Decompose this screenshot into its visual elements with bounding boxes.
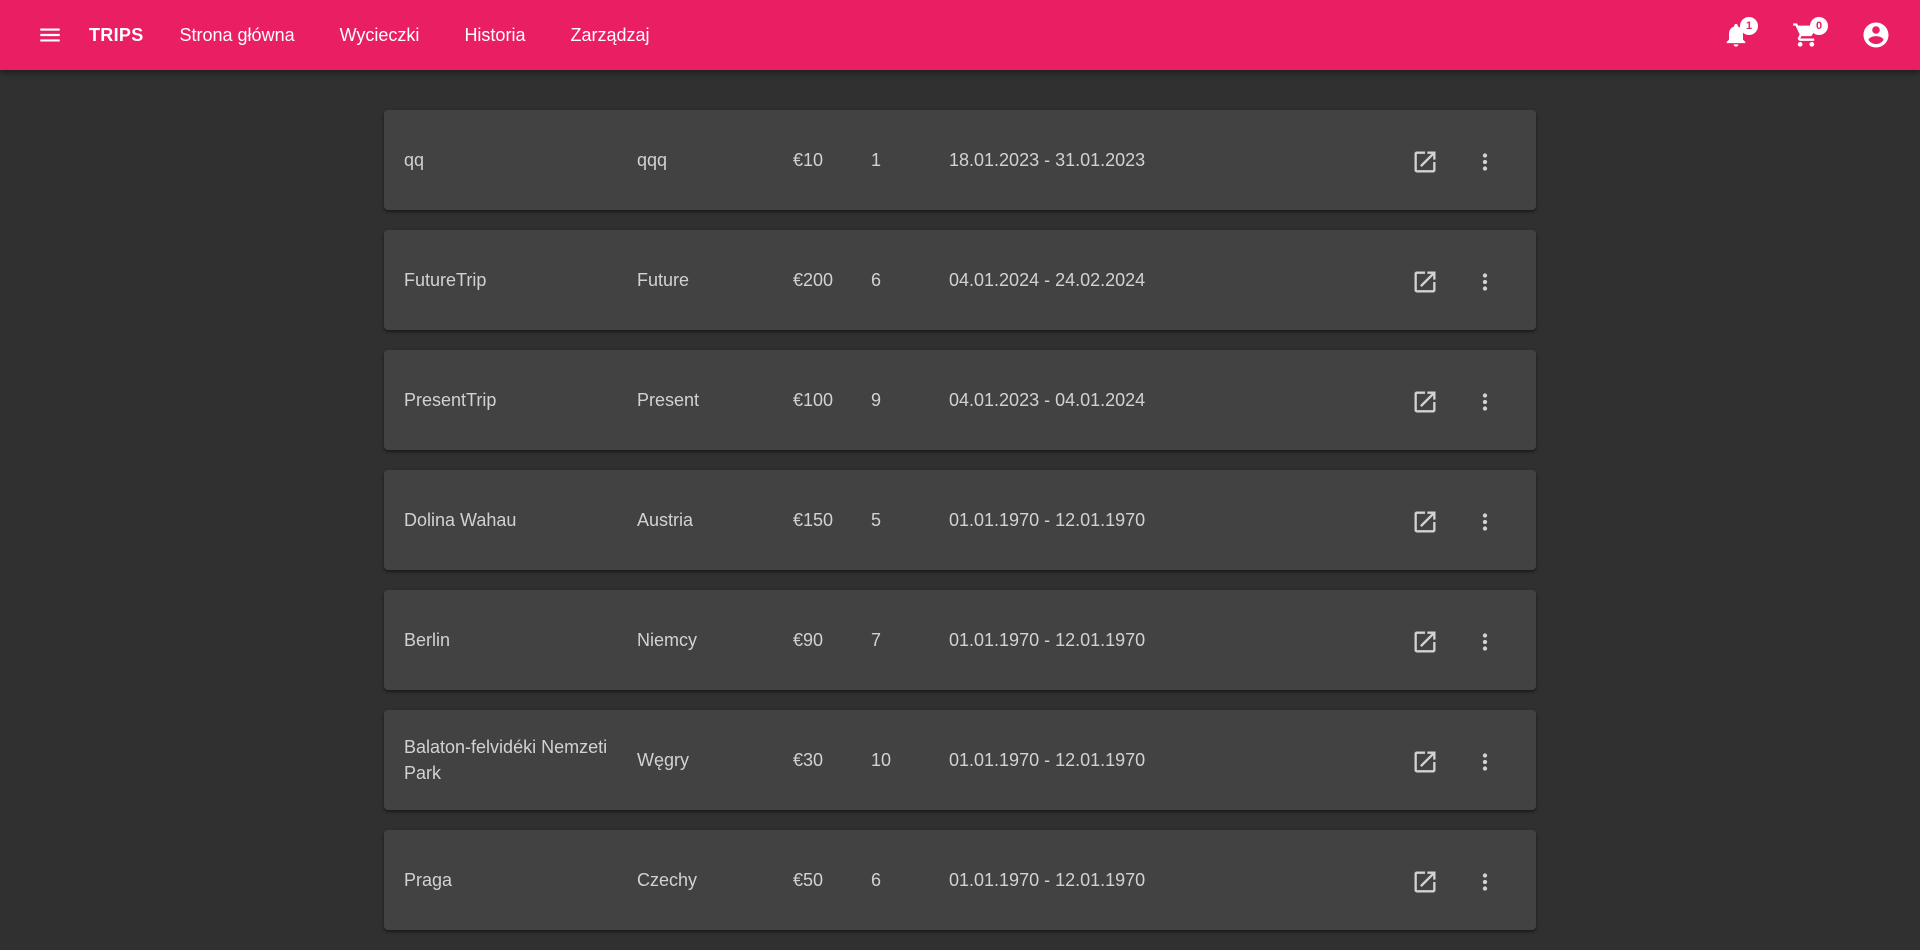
open-in-new-icon[interactable] — [1405, 502, 1445, 542]
trip-country: Future — [637, 270, 690, 290]
main-nav: Strona główna Wycieczki Historia Zarządz… — [180, 25, 695, 46]
trip-list: qq qqq €10 1 18.01.2023 - 31.01.2023 Fut… — [384, 110, 1536, 950]
trip-dates: 04.01.2024 - 24.02.2024 — [949, 270, 1146, 290]
trip-country: Niemcy — [637, 630, 698, 650]
nav-history[interactable]: Historia — [464, 25, 525, 46]
trip-price: €100 — [793, 390, 834, 410]
open-in-new-icon[interactable] — [1405, 262, 1445, 302]
trip-country: qqq — [637, 150, 668, 170]
notifications-badge: 1 — [1740, 17, 1758, 35]
top-toolbar: TRIPS Strona główna Wycieczki Historia Z… — [0, 0, 1920, 70]
trip-quantity: 6 — [871, 870, 882, 890]
app-brand[interactable]: TRIPS — [89, 25, 144, 46]
trip-price: €150 — [793, 510, 834, 530]
open-in-new-icon[interactable] — [1405, 142, 1445, 182]
account-circle-icon — [1863, 22, 1889, 48]
more-vert-icon[interactable] — [1465, 262, 1505, 302]
trip-price: €90 — [793, 630, 824, 650]
open-in-new-icon[interactable] — [1405, 742, 1445, 782]
trip-price: €50 — [793, 870, 824, 890]
nav-home[interactable]: Strona główna — [180, 25, 295, 46]
open-in-new-icon[interactable] — [1405, 862, 1445, 902]
cart-button[interactable]: 0 — [1786, 15, 1828, 55]
trip-dates: 01.01.1970 - 12.01.1970 — [949, 750, 1146, 770]
trip-dates: 01.01.1970 - 12.01.1970 — [949, 510, 1146, 530]
trip-price: €10 — [793, 150, 824, 170]
trip-name: Berlin — [404, 630, 451, 650]
nav-manage[interactable]: Zarządzaj — [570, 25, 649, 46]
trip-country: Czechy — [637, 870, 698, 890]
trip-row[interactable]: PresentTrip Present €100 9 04.01.2023 - … — [384, 350, 1536, 450]
trip-dates: 01.01.1970 - 12.01.1970 — [949, 630, 1146, 650]
trip-quantity: 5 — [871, 510, 882, 530]
nav-trips[interactable]: Wycieczki — [340, 25, 420, 46]
trip-row[interactable]: Berlin Niemcy €90 7 01.01.1970 - 12.01.1… — [384, 590, 1536, 690]
trip-price: €30 — [793, 750, 824, 770]
trip-country: Węgry — [637, 750, 690, 770]
trip-quantity: 9 — [871, 390, 882, 410]
trip-row[interactable]: Balaton-felvidéki Nemzeti Park Węgry €30… — [384, 710, 1536, 810]
more-vert-icon[interactable] — [1465, 502, 1505, 542]
trip-dates: 18.01.2023 - 31.01.2023 — [949, 150, 1146, 170]
trip-quantity: 1 — [871, 150, 882, 170]
trip-name: FutureTrip — [404, 270, 487, 290]
trip-row[interactable]: qq qqq €10 1 18.01.2023 - 31.01.2023 — [384, 110, 1536, 210]
more-vert-icon[interactable] — [1465, 382, 1505, 422]
toolbar-actions: 1 0 — [1686, 15, 1896, 55]
open-in-new-icon[interactable] — [1405, 622, 1445, 662]
menu-icon[interactable] — [30, 15, 70, 55]
more-vert-icon[interactable] — [1465, 742, 1505, 782]
trip-row[interactable]: FutureTrip Future €200 6 04.01.2024 - 24… — [384, 230, 1536, 330]
notifications-button[interactable]: 1 — [1716, 15, 1758, 55]
more-vert-icon[interactable] — [1465, 142, 1505, 182]
open-in-new-icon[interactable] — [1405, 382, 1445, 422]
cart-badge: 0 — [1810, 17, 1828, 35]
more-vert-icon[interactable] — [1465, 862, 1505, 902]
trip-country: Present — [637, 390, 700, 410]
trip-quantity: 10 — [871, 750, 892, 770]
trip-row[interactable]: Dolina Wahau Austria €150 5 01.01.1970 -… — [384, 470, 1536, 570]
trip-name: Praga — [404, 870, 453, 890]
trip-dates: 01.01.1970 - 12.01.1970 — [949, 870, 1146, 890]
trip-country: Austria — [637, 510, 694, 530]
trip-dates: 04.01.2023 - 04.01.2024 — [949, 390, 1146, 410]
trip-name: PresentTrip — [404, 390, 497, 410]
trip-name: Dolina Wahau — [404, 510, 517, 530]
account-button[interactable] — [1856, 15, 1896, 55]
trip-quantity: 6 — [871, 270, 882, 290]
trip-quantity: 7 — [871, 630, 882, 650]
trip-row[interactable]: Praga Czechy €50 6 01.01.1970 - 12.01.19… — [384, 830, 1536, 930]
trip-name: qq — [404, 150, 425, 170]
trip-name: Balaton-felvidéki Nemzeti Park — [404, 737, 608, 783]
trip-price: €200 — [793, 270, 834, 290]
more-vert-icon[interactable] — [1465, 622, 1505, 662]
